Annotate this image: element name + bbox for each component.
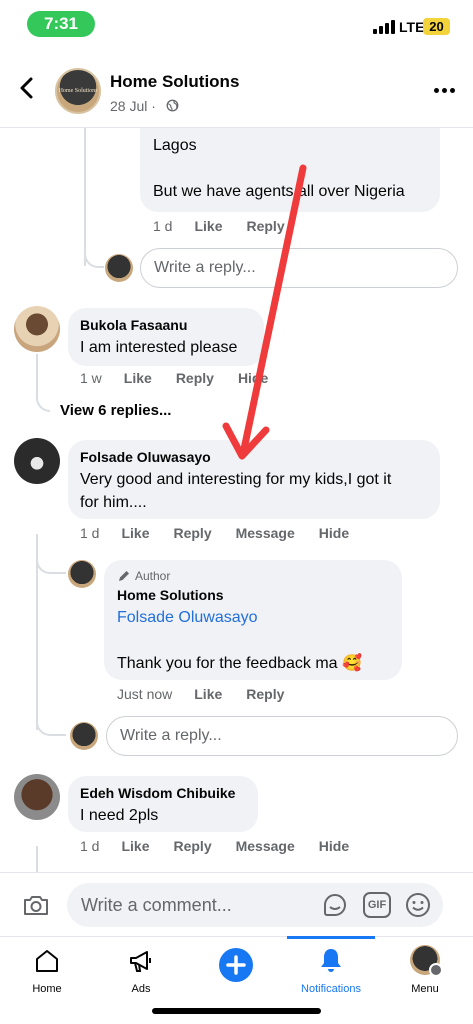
message-button[interactable]: Message [236,838,295,854]
home-indicator [152,1008,321,1014]
network-type: LTE [399,19,425,35]
status-bar: 7:31 LTE 20 [0,0,473,48]
comment-bubble: Edeh Wisdom Chibuike I need 2pls [68,776,258,832]
home-icon [36,950,58,972]
comment-text-line1: Very good and interesting for my kids,I … [80,471,392,488]
bell-icon [321,949,341,972]
reply-button[interactable]: Reply [246,218,284,234]
reply-button[interactable]: Reply [246,686,284,702]
view-replies-link[interactable]: View 6 replies... [60,402,171,419]
sticker-icon[interactable] [321,892,349,918]
pencil-icon [119,571,129,581]
mention-link[interactable]: Folsade Oluwasayo [117,606,258,630]
tab-label: Menu [411,983,439,995]
comment-text-line2: for him.... [80,494,147,511]
avatar-logo-text: Home Solutions [58,88,98,94]
comment-actions: 1 d Like Reply Message Hide [80,525,373,541]
page-avatar[interactable]: Home Solutions [55,68,101,114]
tab-ads[interactable]: Ads [94,937,188,1007]
reply-actions: 1 d Like Reply [153,218,309,234]
comment-time: 1 d [80,838,100,854]
megaphone-icon [130,951,151,972]
comment-text: I need 2pls [80,807,159,824]
reply-bubble: Author Home Solutions Folsade Oluwasayo … [104,560,402,680]
comment-input[interactable]: Write a comment... GIF [67,883,443,927]
tab-label: Notifications [301,983,361,995]
avatar[interactable] [68,560,96,588]
comment-bubble: Bukola Fasaanu I am interested please [68,308,264,366]
reply-author[interactable]: Home Solutions [117,587,224,603]
thread-connector [84,238,104,268]
reply-actions: Just now Like Reply [117,686,308,702]
avatar[interactable] [14,774,60,820]
hide-button[interactable]: Hide [319,525,349,541]
reply-button[interactable]: Reply [173,838,211,854]
tab-home[interactable]: Home [0,937,94,1007]
author-badge: Author [135,569,171,583]
reply-text: Thank you for the feedback ma 🥰 [117,655,362,672]
like-button[interactable]: Like [194,686,222,702]
like-button[interactable]: Like [194,218,222,234]
hide-button[interactable]: Hide [319,838,349,854]
like-button[interactable]: Like [121,838,149,854]
comment-placeholder: Write a comment... [81,895,232,915]
comment-author[interactable]: Bukola Fasaanu [80,317,187,333]
comment-composer: Write a comment... GIF [0,872,473,936]
page-title[interactable]: Home Solutions [110,72,239,92]
reply-input[interactable]: Write a reply... [106,716,458,756]
thread-line [36,846,38,872]
tab-notifications[interactable]: Notifications [284,937,378,1007]
menu-badge-icon [429,963,443,977]
comments-list: Don Leo Lagos But we have agents all ove… [0,128,473,872]
reply-text-line1: Lagos [153,137,197,154]
reply-button[interactable]: Reply [176,370,214,386]
tab-label: Home [32,983,62,995]
thread-connector [36,354,50,412]
comment-actions: 1 d Like Reply Message Hide [80,838,373,854]
reply-input[interactable]: Write a reply... [140,248,458,288]
battery-indicator: 20 [423,18,450,35]
tab-label: Ads [131,983,151,995]
globe-icon [166,99,179,112]
avatar[interactable] [14,438,60,484]
avatar[interactable] [14,306,60,352]
status-time: 7:31 [27,11,95,37]
tab-create[interactable] [189,937,283,1007]
signal-icon [373,20,395,34]
comment-time: 1 d [80,525,100,541]
like-button[interactable]: Like [124,370,152,386]
plus-circle-icon [219,948,253,982]
post-date: 28 Jul · [110,98,156,114]
comment-author[interactable]: Edeh Wisdom Chibuike [80,785,235,801]
camera-icon[interactable] [22,893,50,917]
comment-actions: 1 w Like Reply Hide [80,370,292,386]
hide-button[interactable]: Hide [238,370,268,386]
reply-text-line2: But we have agents all over Nigeria [153,183,405,200]
thread-connector [36,548,66,574]
tab-menu[interactable]: Menu [378,937,472,1007]
avatar [105,254,133,282]
emoji-icon[interactable] [405,892,431,918]
back-arrow-icon[interactable] [16,76,40,100]
post-header: Home Solutions Home Solutions 28 Jul · [0,48,473,128]
reply-time: Just now [117,686,173,702]
comment-author[interactable]: Folsade Oluwasayo [80,449,211,465]
reply-button[interactable]: Reply [173,525,211,541]
message-button[interactable]: Message [236,525,295,541]
comment-time: 1 w [80,370,102,386]
like-button[interactable]: Like [121,525,149,541]
comment-bubble: Folsade Oluwasayo Very good and interest… [68,440,440,519]
more-options-icon[interactable] [434,88,456,94]
thread-connector [36,708,66,736]
reply-time: 1 d [153,218,173,234]
comment-text: I am interested please [80,339,238,356]
avatar [70,722,98,750]
gif-icon[interactable]: GIF [363,892,391,918]
reply-bubble: Don Leo Lagos But we have agents all ove… [140,128,440,212]
